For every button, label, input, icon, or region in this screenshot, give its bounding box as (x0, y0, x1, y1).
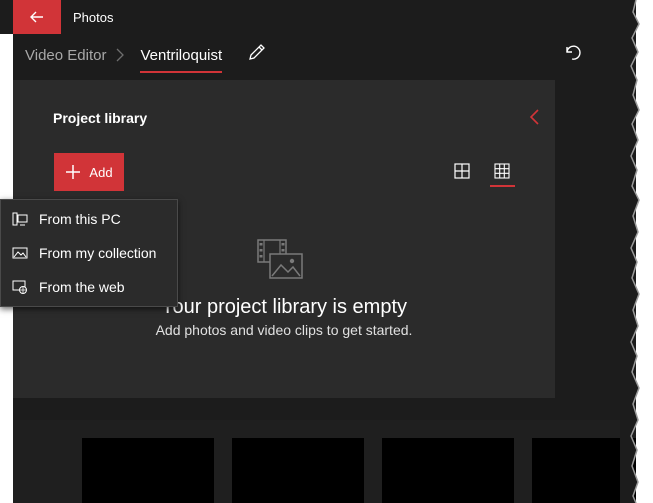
add-button-label: Add (89, 164, 113, 180)
menu-item-from-my-collection[interactable]: From my collection (1, 236, 177, 270)
menu-item-from-this-pc[interactable]: From this PC (1, 202, 177, 236)
menu-item-label: From my collection (39, 245, 157, 261)
menu-item-label: From the web (39, 279, 125, 295)
chevron-right-icon (116, 46, 130, 64)
empty-state-subtitle: Add photos and video clips to get starte… (155, 322, 413, 338)
storyboard-slot[interactable] (232, 438, 364, 503)
small-grid-view-icon[interactable] (494, 163, 510, 179)
title-bar: Photos (0, 0, 636, 34)
panel-title: Project library (53, 110, 148, 126)
photos-window: Photos Video Editor Ventriloquist Projec… (0, 0, 636, 503)
large-grid-view-icon[interactable] (454, 163, 470, 179)
breadcrumb-video-editor[interactable]: Video Editor (25, 47, 106, 64)
torn-edge (620, 0, 640, 503)
breadcrumb: Video Editor Ventriloquist (25, 42, 222, 73)
media-placeholder-icon (257, 239, 303, 279)
project-name[interactable]: Ventriloquist (140, 47, 222, 73)
app-title: Photos (73, 10, 114, 25)
menu-item-from-the-web[interactable]: From the web (1, 270, 177, 304)
active-view-indicator (490, 185, 515, 187)
storyboard-slot[interactable] (82, 438, 214, 503)
menu-item-label: From this PC (39, 211, 121, 227)
plus-icon (66, 165, 81, 179)
edit-pencil-icon[interactable] (247, 42, 267, 62)
undo-icon[interactable] (563, 42, 583, 62)
storyboard-slot[interactable] (382, 438, 514, 503)
add-menu-flyout: From this PC From my collection From the… (0, 199, 178, 307)
web-icon (12, 280, 27, 294)
add-button[interactable]: Add (54, 153, 124, 191)
collection-icon (12, 247, 28, 259)
computer-icon (12, 212, 28, 226)
chevron-left-icon[interactable] (527, 108, 543, 126)
back-arrow-icon (30, 11, 43, 23)
back-button[interactable] (13, 0, 61, 34)
storyboard (13, 420, 636, 503)
